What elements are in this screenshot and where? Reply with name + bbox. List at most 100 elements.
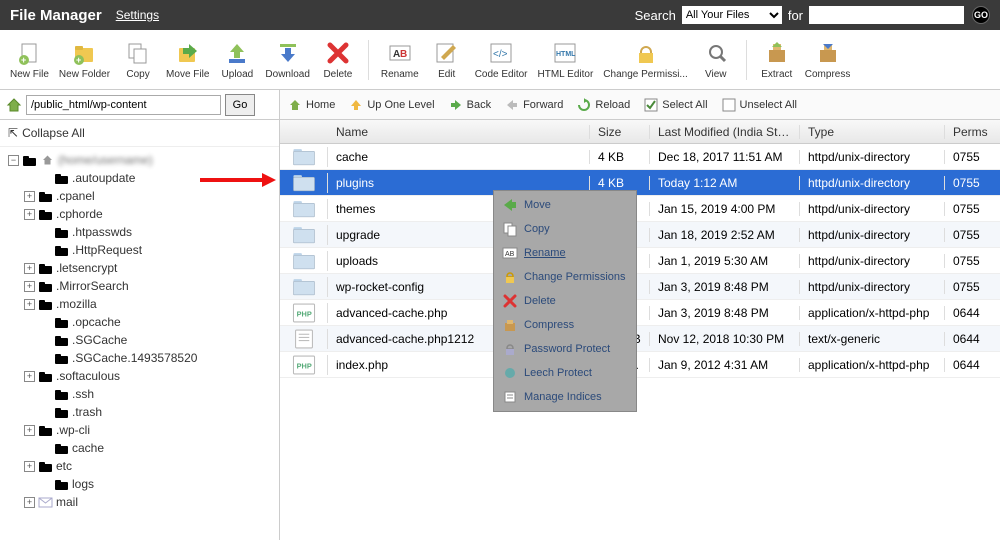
tree-item[interactable]: logs <box>2 475 277 493</box>
expander-icon[interactable]: + <box>24 299 35 310</box>
view-button[interactable]: View <box>694 37 738 82</box>
table-row[interactable]: advanced-cache.php0 bytesJan 3, 2019 8:4… <box>280 300 1000 326</box>
home-icon[interactable] <box>6 97 22 113</box>
tree-item[interactable]: .trash <box>2 403 277 421</box>
expander-icon[interactable] <box>40 317 51 328</box>
ctx-compress[interactable]: Compress <box>494 313 636 337</box>
tree-root[interactable]: − (home/username) <box>2 151 277 169</box>
compress-icon <box>502 317 518 333</box>
tree-item[interactable]: +.mozilla <box>2 295 277 313</box>
ctx-copy[interactable]: Copy <box>494 217 636 241</box>
ctx-move[interactable]: Move <box>494 193 636 217</box>
search-go-button[interactable]: GO <box>972 6 990 24</box>
nav-reload[interactable]: Reload <box>577 98 630 112</box>
ctx-leech[interactable]: Leech Protect <box>494 361 636 385</box>
nav-unselect-all[interactable]: Unselect All <box>722 98 797 112</box>
col-type[interactable]: Type <box>800 125 945 139</box>
tree-root-label: (home/username) <box>58 153 153 167</box>
expander-icon[interactable]: + <box>24 209 35 220</box>
expander-icon[interactable] <box>40 335 51 346</box>
path-go-button[interactable]: Go <box>225 94 255 116</box>
col-name[interactable]: Name <box>328 125 590 139</box>
ctx-rename[interactable]: ABRename <box>494 241 636 265</box>
nav-up[interactable]: Up One Level <box>349 98 434 112</box>
search-scope-select[interactable]: All Your Files <box>682 6 782 24</box>
tree-item[interactable]: +.softaculous <box>2 367 277 385</box>
ctx-delete[interactable]: Delete <box>494 289 636 313</box>
expander-icon[interactable] <box>40 407 51 418</box>
download-button[interactable]: Download <box>261 37 313 82</box>
tree-item[interactable]: +.cphorde <box>2 205 277 223</box>
nav-forward[interactable]: Forward <box>505 98 563 112</box>
ctx-indices[interactable]: Manage Indices <box>494 385 636 409</box>
expander-icon[interactable] <box>40 353 51 364</box>
tree-item[interactable]: .ssh <box>2 385 277 403</box>
tree-item[interactable]: cache <box>2 439 277 457</box>
code-editor-button[interactable]: </>Code Editor <box>471 37 532 82</box>
expander-icon[interactable] <box>40 245 51 256</box>
table-row[interactable]: wp-rocket-config4 KBJan 3, 2019 8:48 PMh… <box>280 274 1000 300</box>
table-row[interactable]: advanced-cache.php12121.46 KBNov 12, 201… <box>280 326 1000 352</box>
table-row[interactable]: themes4 KBJan 15, 2019 4:00 PMhttpd/unix… <box>280 196 1000 222</box>
indices-icon <box>502 389 518 405</box>
move-file-button[interactable]: Move File <box>162 37 213 82</box>
ctx-lock[interactable]: Password Protect <box>494 337 636 361</box>
copy-button[interactable]: Copy <box>116 37 160 82</box>
new-file-button[interactable]: +New File <box>6 37 53 82</box>
col-size[interactable]: Size <box>590 125 650 139</box>
new-folder-button[interactable]: +New Folder <box>55 37 114 82</box>
nav-select-all[interactable]: Select All <box>644 98 707 112</box>
expander-icon[interactable]: + <box>24 497 35 508</box>
nav-back[interactable]: Back <box>449 98 491 112</box>
compress-button[interactable]: Compress <box>801 37 855 82</box>
extract-button[interactable]: Extract <box>755 37 799 82</box>
file-icon <box>280 277 328 297</box>
tree-item[interactable]: .SGCache <box>2 331 277 349</box>
expander-icon[interactable] <box>40 227 51 238</box>
tree-item[interactable]: +etc <box>2 457 277 475</box>
edit-button[interactable]: Edit <box>425 37 469 82</box>
col-perms[interactable]: Perms <box>945 125 1000 139</box>
tree-item[interactable]: +mail <box>2 493 277 511</box>
table-row[interactable]: index.php28 bytesJan 9, 2012 4:31 AMappl… <box>280 352 1000 378</box>
tree-item[interactable]: .opcache <box>2 313 277 331</box>
table-row[interactable]: plugins4 KBToday 1:12 AMhttpd/unix-direc… <box>280 170 1000 196</box>
tree-item[interactable]: +.wp-cli <box>2 421 277 439</box>
tree-item[interactable]: .SGCache.1493578520 <box>2 349 277 367</box>
delete-button[interactable]: Delete <box>316 37 360 82</box>
upload-button[interactable]: Upload <box>215 37 259 82</box>
perms-icon <box>632 39 660 67</box>
expander-icon[interactable]: + <box>24 263 35 274</box>
settings-link[interactable]: Settings <box>116 8 159 22</box>
collapse-all[interactable]: ⇱ Collapse All <box>0 120 279 147</box>
upload-icon <box>223 39 251 67</box>
tree-item[interactable]: .htpasswds <box>2 223 277 241</box>
view-icon <box>702 39 730 67</box>
tree-item[interactable]: +.MirrorSearch <box>2 277 277 295</box>
nav-toolbar: Home Up One Level Back Forward Reload Se… <box>280 90 1000 120</box>
table-row[interactable]: upgrade4 KBJan 18, 2019 2:52 AMhttpd/uni… <box>280 222 1000 248</box>
tree-item[interactable]: .HttpRequest <box>2 241 277 259</box>
expander-icon[interactable] <box>40 479 51 490</box>
ctx-perms[interactable]: Change Permissions <box>494 265 636 289</box>
newfile-icon: + <box>15 39 43 67</box>
nav-home[interactable]: Home <box>288 98 335 112</box>
tree-item[interactable]: +.letsencrypt <box>2 259 277 277</box>
expander-icon[interactable]: + <box>24 191 35 202</box>
search-input[interactable] <box>809 6 964 24</box>
expander-icon[interactable]: + <box>24 461 35 472</box>
file-icon <box>280 147 328 167</box>
col-modified[interactable]: Last Modified (India Standard Time) <box>650 125 800 139</box>
table-row[interactable]: cache4 KBDec 18, 2017 11:51 AMhttpd/unix… <box>280 144 1000 170</box>
html-editor-button[interactable]: HTMLHTML Editor <box>534 37 598 82</box>
expander-icon[interactable]: + <box>24 425 35 436</box>
expander-icon[interactable]: + <box>24 371 35 382</box>
expander-icon[interactable] <box>40 443 51 454</box>
expander-icon[interactable] <box>40 389 51 400</box>
expander-icon[interactable]: + <box>24 281 35 292</box>
rename-button[interactable]: ABRename <box>377 37 423 82</box>
change-permissions-button[interactable]: Change Permissi... <box>599 37 691 82</box>
expander-icon[interactable] <box>40 173 51 184</box>
path-input[interactable] <box>26 95 221 115</box>
table-row[interactable]: uploads4 KBJan 1, 2019 5:30 AMhttpd/unix… <box>280 248 1000 274</box>
